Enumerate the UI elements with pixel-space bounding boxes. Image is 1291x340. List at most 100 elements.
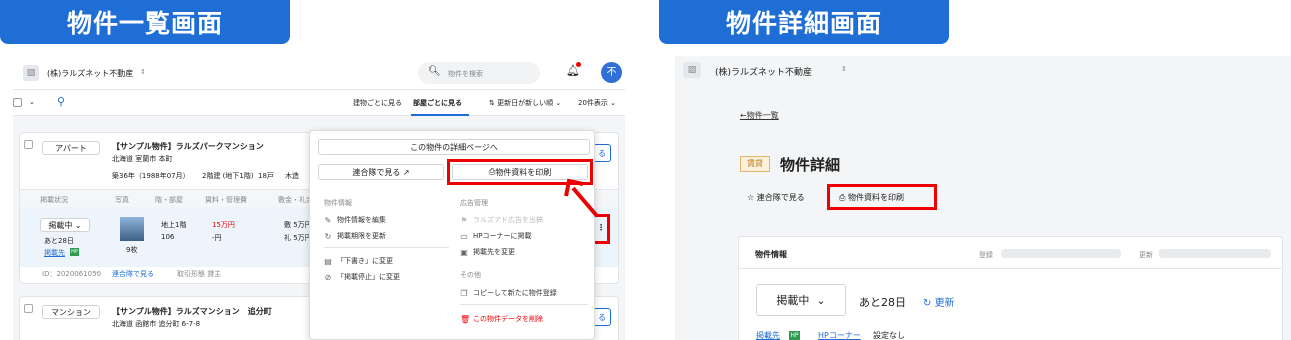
menu-renew-label: 掲載期限を更新 [337, 232, 386, 240]
deal-type: 取引形態 貸主 [177, 270, 222, 278]
divider [460, 304, 588, 305]
property-title[interactable]: 【サンプル物件】ラルズマンション 追分町 [112, 306, 272, 317]
sort-select[interactable]: ⇅ 更新日が新しい順 ⌄ [489, 98, 561, 108]
edit-icon: ✎ [324, 215, 332, 225]
rent-value: 15万円 [212, 221, 235, 229]
page-title: 物件詳細 [780, 156, 841, 174]
notification-dot [576, 62, 581, 67]
copy-icon: ❐ [460, 288, 468, 298]
avatar[interactable]: 不 [601, 62, 622, 83]
sort-label: 更新日が新しい順 [497, 99, 554, 107]
divider [324, 247, 449, 248]
search-box[interactable]: 🔍︎ 物件を検索 [418, 62, 540, 84]
published-link[interactable]: 掲載先 [44, 248, 65, 258]
deposit-value: 敷 5万円 [284, 221, 312, 229]
refresh-icon: ↻ [923, 298, 935, 309]
search-icon[interactable]: ⚲ [57, 95, 65, 108]
menu-delete[interactable]: 🗑︎ この物件データを削除 [460, 314, 543, 324]
menu-hp-corner[interactable]: ▭ HPコーナーに掲載 [460, 231, 532, 241]
status-select[interactable]: 掲載中 ⌄ [756, 284, 846, 316]
hp-badge: HP [789, 331, 800, 340]
card-checkbox[interactable] [24, 140, 33, 149]
app-header: ▨ (株)ラルズネット不動産 ⇕ 🔍︎ 物件を検索 🔔︎ 不 [13, 56, 625, 90]
edge-button[interactable]: る [593, 308, 611, 326]
menu-change-dest-label: 掲載先を変更 [473, 248, 515, 256]
property-detail-panel: ▨ (株)ラルズネット不動産 ⇕ ←物件一覧 賃貸 物件詳細 ☆ 連合隊で見る … [675, 56, 1291, 340]
property-photo[interactable] [120, 217, 144, 241]
photo-count: 9枚 [126, 246, 138, 254]
detail-page-button[interactable]: この物件の詳細ページへ [318, 139, 590, 155]
company-name: (株)ラルズネット不動産 [47, 69, 134, 78]
active-tab-indicator [411, 114, 469, 116]
property-address: 北海道 室蘭市 本町 [112, 155, 173, 163]
hp-badge: HP [70, 248, 79, 256]
menu-hp-corner-label: HPコーナーに掲載 [473, 232, 532, 240]
col-rent: 賃料・管理費 [205, 196, 247, 204]
view-by-room[interactable]: 部屋ごとに見る [413, 98, 462, 108]
property-address: 北海道 函館市 追分町 6-7-8 [112, 320, 201, 328]
chevron-updown-icon[interactable]: ⇕ [140, 68, 146, 76]
printer-icon: ⎙ [839, 193, 848, 202]
rengo-button[interactable]: 連合隊で見る ↗ [318, 164, 444, 180]
section-ad: 広告管理 [460, 199, 488, 207]
status-label: 掲載中 [776, 294, 810, 307]
status-select[interactable]: 掲載中 ⌄ [40, 218, 90, 232]
image-icon: ▨ [23, 65, 39, 81]
type-badge: アパート [42, 141, 100, 155]
menu-change-dest[interactable]: ▣ 掲載先を変更 [460, 247, 515, 257]
list-toolbar: ⌄ ⚲ 建物ごとに見る 部屋ごとに見る ⇅ 更新日が新しい順 ⌄ 20件表示 ⌄ [13, 90, 625, 116]
hp-corner-link[interactable]: HPコーナー [818, 330, 861, 340]
print-button[interactable]: ⎙ 物件資料を印刷 [839, 192, 904, 203]
menu-stop[interactable]: ⊘ 「掲載停止」に変更 [324, 272, 400, 282]
menu-ralz-ad[interactable]: ⚑ ラルズアド広告を出稿 [460, 215, 543, 225]
rengo-link[interactable]: 連合隊で見る [112, 269, 154, 279]
published-link[interactable]: 掲載先 [756, 330, 780, 340]
select-all-checkbox[interactable] [13, 98, 22, 107]
chevron-down-icon[interactable]: ⌄ [29, 98, 35, 106]
registered-label: 登録 [979, 251, 993, 259]
fee-value: -円 [212, 234, 222, 242]
menu-delete-label: この物件データを削除 [473, 315, 543, 323]
search-icon: 🔍︎ [428, 66, 441, 77]
trash-icon: 🗑︎ [460, 314, 471, 324]
block-icon: ⊘ [324, 272, 332, 282]
remaining-days: あと28日 [859, 296, 906, 309]
external-link-icon: ↗ [402, 167, 410, 177]
section-info: 物件情報 [324, 199, 352, 207]
unit-count: 18戸 [258, 172, 274, 180]
refresh-icon: ↻ [324, 231, 332, 241]
per-page-select[interactable]: 20件表示 ⌄ [578, 98, 616, 108]
divider [739, 268, 1282, 269]
rengo-label: 連合隊で見る [352, 167, 401, 177]
menu-copy[interactable]: ❐ コピーして新たに物件登録 [460, 288, 556, 298]
list-screen-banner: 物件一覧画面 [0, 0, 290, 44]
property-title[interactable]: 【サンプル物件】ラルズパークマンション [112, 141, 264, 152]
star-icon: ☆ [747, 193, 757, 202]
rengo-button[interactable]: ☆ 連合隊で見る [747, 192, 805, 203]
status-label: 掲載中 [48, 220, 73, 230]
menu-draft-label: 「下書き」に変更 [337, 257, 393, 265]
menu-draft[interactable]: ▤ 「下書き」に変更 [324, 256, 393, 266]
flag-icon: ⚑ [460, 215, 468, 225]
document-icon: ▤ [324, 256, 332, 266]
card-checkbox[interactable] [24, 304, 33, 313]
col-floor: 階・部屋 [155, 196, 183, 204]
detail-screen-banner: 物件詳細画面 [659, 0, 949, 44]
renew-button[interactable]: ↻ 更新 [923, 294, 955, 309]
info-card: 物件情報 登録 更新 掲載中 ⌄ あと28日 ↻ 更新 掲載先 HP HPコーナ… [738, 236, 1283, 340]
registered-value-blurred [1001, 249, 1121, 258]
rengo-label: 連合隊で見る [756, 193, 805, 202]
highlight-arrow [564, 178, 599, 218]
print-label: 物件資料を印刷 [847, 193, 904, 202]
search-placeholder: 物件を検索 [448, 70, 483, 78]
edge-button[interactable]: る [593, 144, 611, 162]
menu-edit[interactable]: ✎ 物件情報を編集 [324, 215, 386, 225]
chevron-updown-icon[interactable]: ⇕ [841, 65, 847, 73]
menu-renew[interactable]: ↻ 掲載期限を更新 [324, 231, 386, 241]
dash: -- [94, 269, 100, 277]
view-by-building[interactable]: 建物ごとに見る [353, 98, 402, 108]
back-link[interactable]: ←物件一覧 [740, 110, 779, 121]
structure: 木造 [285, 172, 299, 180]
menu-edit-label: 物件情報を編集 [337, 216, 386, 224]
kebab-menu-icon[interactable]: ⋮ [597, 223, 605, 232]
